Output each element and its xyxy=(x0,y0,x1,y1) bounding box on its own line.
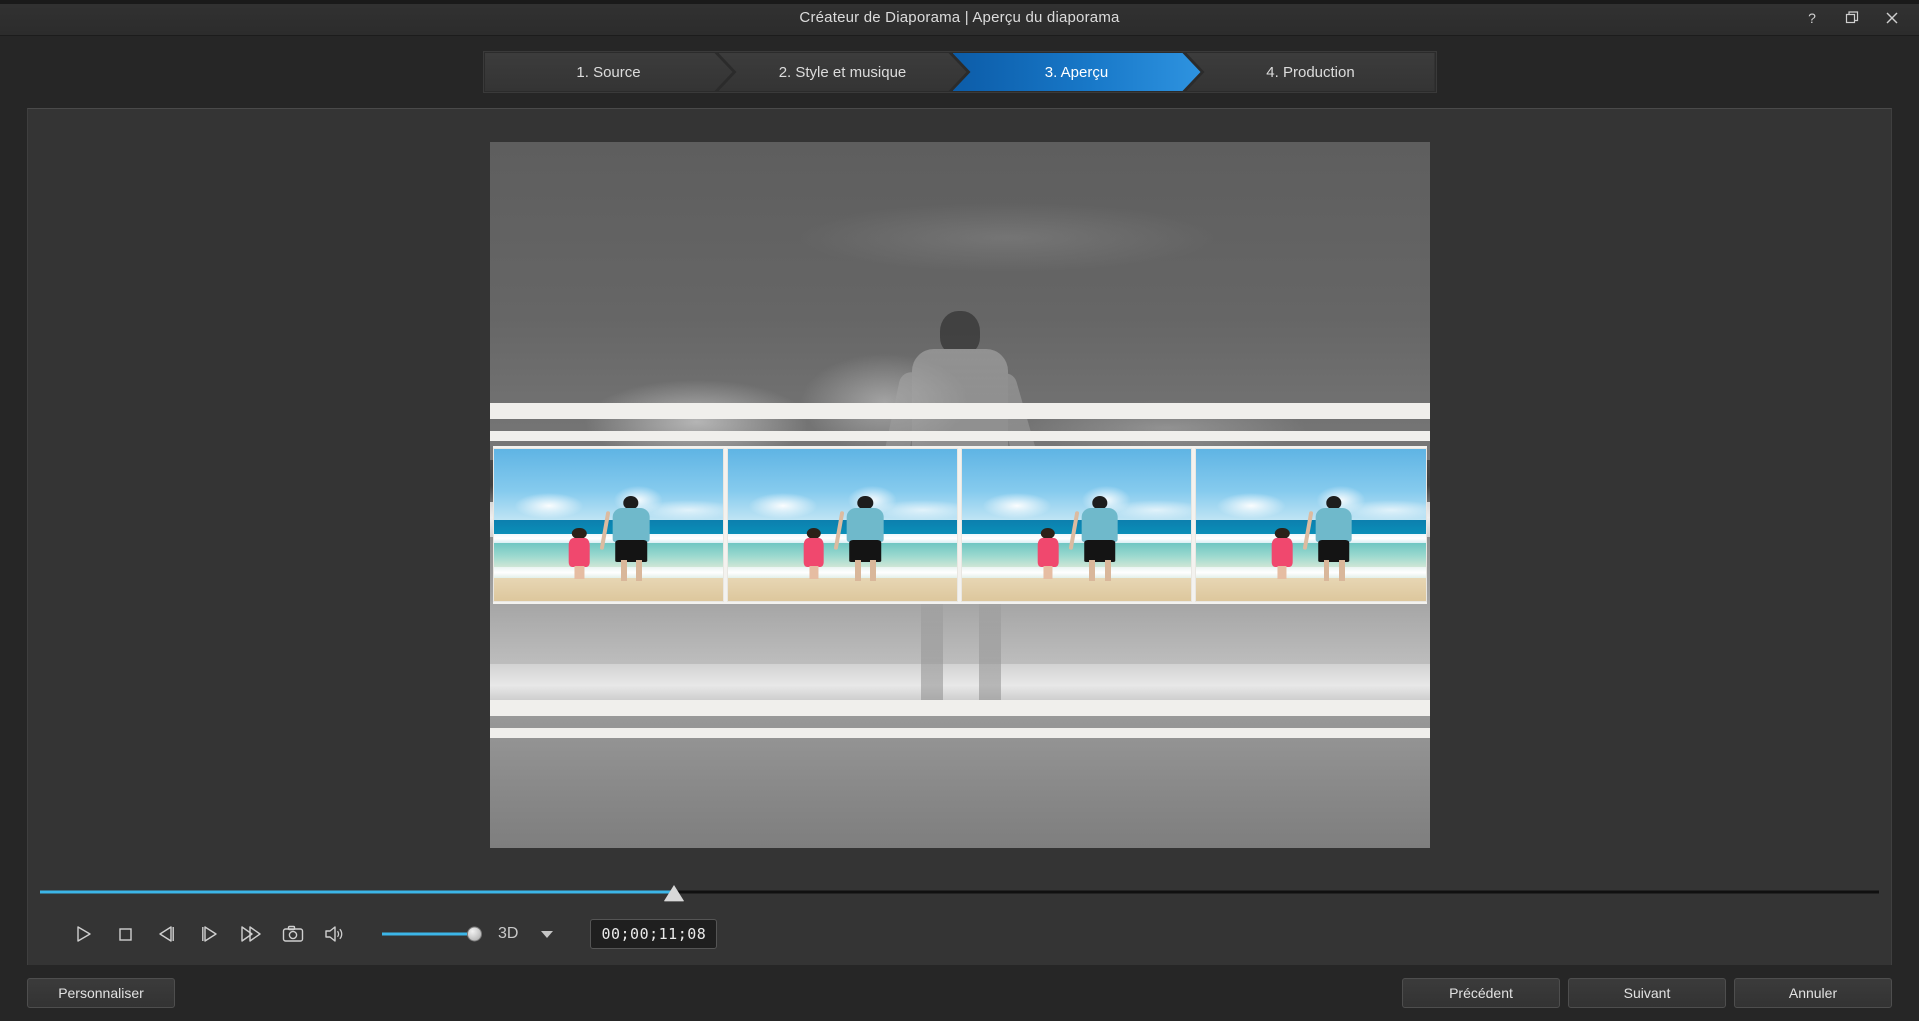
preview-band-top xyxy=(490,403,1430,419)
footer-bar: Personnaliser Précédent Suivant Annuler xyxy=(0,965,1919,1021)
stop-button[interactable] xyxy=(106,917,144,951)
tile-foam xyxy=(728,567,957,578)
previous-frame-icon xyxy=(156,923,178,945)
tile-wave xyxy=(962,534,1191,543)
preview-thumbnail-strip xyxy=(493,446,1427,604)
playback-controls: 3D 00;00;11;08 xyxy=(28,903,1891,955)
help-button[interactable]: ? xyxy=(1793,2,1831,34)
preview-tile xyxy=(727,448,958,602)
next-button[interactable]: Suivant xyxy=(1568,978,1726,1008)
preview-band-bottom xyxy=(490,700,1430,716)
slideshow-creator-window: Créateur de Diaporama | Aperçu du diapor… xyxy=(0,0,1919,1021)
step-label: 2. Style et musique xyxy=(779,64,907,81)
preview-tile xyxy=(1195,448,1426,602)
tile-shallow-water xyxy=(1196,543,1425,567)
question-mark-icon: ? xyxy=(1804,10,1820,26)
tile-child-figure xyxy=(1272,528,1293,580)
step-label: 1. Source xyxy=(576,64,640,81)
tile-sky xyxy=(1196,449,1425,520)
display-mode-dropdown[interactable] xyxy=(536,923,558,945)
preview-stage: 3D 00;00;11;08 xyxy=(27,108,1892,965)
preview-band-bottom-2 xyxy=(490,728,1430,738)
step-tab-production[interactable]: 4. Production xyxy=(1187,53,1435,91)
tile-sky xyxy=(728,449,957,520)
cancel-button[interactable]: Annuler xyxy=(1734,978,1892,1008)
step-tab-style-et-musique[interactable]: 2. Style et musique xyxy=(719,53,967,91)
stop-icon xyxy=(114,923,136,945)
play-button[interactable] xyxy=(64,917,102,951)
transport-bar: 3D 00;00;11;08 xyxy=(28,881,1891,965)
fast-forward-button[interactable] xyxy=(232,917,270,951)
timeline-playhead[interactable] xyxy=(664,885,684,901)
timeline-scrubber[interactable] xyxy=(40,881,1879,903)
slideshow-preview[interactable] xyxy=(490,142,1430,848)
tile-man-figure xyxy=(613,496,650,581)
camera-icon xyxy=(281,923,305,945)
next-frame-icon xyxy=(198,923,220,945)
next-frame-button[interactable] xyxy=(190,917,228,951)
chevron-down-icon xyxy=(540,929,554,939)
tile-foam xyxy=(494,567,723,578)
display-mode-label: 3D xyxy=(498,925,518,943)
volume-slider[interactable] xyxy=(382,922,482,946)
timeline-progress xyxy=(40,891,674,894)
window-controls: ? xyxy=(1793,0,1911,36)
fast-forward-icon xyxy=(239,923,263,945)
step-tab-source[interactable]: 1. Source xyxy=(485,53,733,91)
tile-man-figure xyxy=(1081,496,1118,581)
tile-wave xyxy=(728,534,957,543)
tile-sand xyxy=(494,578,723,601)
restore-window-icon xyxy=(1844,10,1860,26)
play-icon xyxy=(72,923,94,945)
step-tab-apercu[interactable]: 3. Aperçu xyxy=(953,53,1201,91)
restore-button[interactable] xyxy=(1833,2,1871,34)
tile-shallow-water xyxy=(962,543,1191,567)
tile-man-figure xyxy=(847,496,884,581)
preview-area xyxy=(28,109,1891,881)
volume-button[interactable] xyxy=(316,917,354,951)
tile-sky xyxy=(494,449,723,520)
tile-sky xyxy=(962,449,1191,520)
preview-band-mid xyxy=(490,431,1430,441)
tile-foam xyxy=(1196,567,1425,578)
tile-sand xyxy=(728,578,957,601)
wizard-steps-container: 1. Source 2. Style et musique 3. Aperçu … xyxy=(0,36,1919,108)
tile-child-figure xyxy=(569,528,590,580)
tile-man-figure xyxy=(1315,496,1352,581)
close-icon xyxy=(1884,10,1900,26)
close-button[interactable] xyxy=(1873,2,1911,34)
tile-shallow-water xyxy=(728,543,957,567)
timecode-field[interactable]: 00;00;11;08 xyxy=(590,919,717,949)
tile-child-figure xyxy=(1038,528,1059,580)
tile-child-figure xyxy=(803,528,824,580)
volume-track xyxy=(382,933,470,936)
volume-knob[interactable] xyxy=(467,927,482,942)
svg-text:?: ? xyxy=(1808,10,1816,26)
previous-frame-button[interactable] xyxy=(148,917,186,951)
preview-tile xyxy=(493,448,724,602)
speaker-icon xyxy=(323,923,347,945)
wizard-steps: 1. Source 2. Style et musique 3. Aperçu … xyxy=(483,51,1437,93)
tile-wave xyxy=(1196,534,1425,543)
customize-button[interactable]: Personnaliser xyxy=(27,978,175,1008)
step-label: 4. Production xyxy=(1266,64,1354,81)
tile-sand xyxy=(962,578,1191,601)
title-bar: Créateur de Diaporama | Aperçu du diapor… xyxy=(0,0,1919,36)
step-label: 3. Aperçu xyxy=(1045,64,1108,81)
tile-wave xyxy=(494,534,723,543)
tile-sand xyxy=(1196,578,1425,601)
snapshot-button[interactable] xyxy=(274,917,312,951)
tile-shallow-water xyxy=(494,543,723,567)
tile-foam xyxy=(962,567,1191,578)
footer-navigation: Précédent Suivant Annuler xyxy=(1402,978,1892,1008)
preview-tile xyxy=(961,448,1192,602)
window-title: Créateur de Diaporama | Aperçu du diapor… xyxy=(799,9,1119,26)
previous-button[interactable]: Précédent xyxy=(1402,978,1560,1008)
